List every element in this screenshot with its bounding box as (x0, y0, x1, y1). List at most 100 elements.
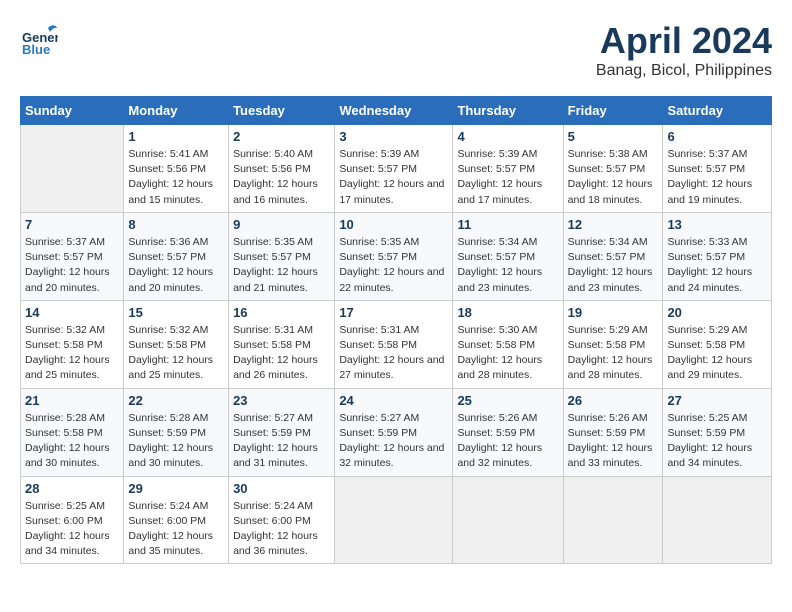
calendar-cell: 16Sunrise: 5:31 AMSunset: 5:58 PMDayligh… (229, 300, 335, 388)
day-number: 20 (667, 305, 767, 320)
day-info: Sunrise: 5:25 AMSunset: 6:00 PMDaylight:… (25, 499, 119, 560)
day-info: Sunrise: 5:37 AMSunset: 5:57 PMDaylight:… (667, 147, 767, 208)
column-header-tuesday: Tuesday (229, 97, 335, 125)
calendar-cell: 13 Sunrise: 5:33 AMSunset: 5:57 PMDayligh… (663, 212, 772, 300)
day-info: Sunrise: 5:40 AMSunset: 5:56 PMDaylight:… (233, 147, 330, 208)
title-block: April 2024 Banag, Bicol, Philippines (596, 20, 772, 80)
calendar-cell: 18 Sunrise: 5:30 AMSunset: 5:58 PMDayligh… (453, 300, 563, 388)
day-info: Sunrise: 5:29 AMSunset: 5:58 PMDaylight:… (667, 323, 767, 384)
calendar-cell: 6 Sunrise: 5:37 AMSunset: 5:57 PMDaylight… (663, 125, 772, 213)
day-info: Sunrise: 5:34 AMSunset: 5:57 PMDaylight:… (568, 235, 659, 296)
calendar-cell: 14Sunrise: 5:32 AMSunset: 5:58 PMDayligh… (21, 300, 124, 388)
day-info: Sunrise: 5:32 AMSunset: 5:58 PMDaylight:… (128, 323, 224, 384)
calendar-table: SundayMondayTuesdayWednesdayThursdayFrid… (20, 96, 772, 564)
day-number: 24 (339, 393, 448, 408)
day-info: Sunrise: 5:35 AMSunset: 5:57 PMDaylight:… (233, 235, 330, 296)
calendar-cell: 19 Sunrise: 5:29 AMSunset: 5:58 PMDayligh… (563, 300, 663, 388)
calendar-cell (335, 476, 453, 564)
day-number: 22 (128, 393, 224, 408)
day-number: 15 (128, 305, 224, 320)
day-number: 9 (233, 217, 330, 232)
day-info: Sunrise: 5:34 AMSunset: 5:57 PMDaylight:… (457, 235, 558, 296)
day-number: 10 (339, 217, 448, 232)
day-info: Sunrise: 5:24 AMSunset: 6:00 PMDaylight:… (128, 499, 224, 560)
day-info: Sunrise: 5:33 AMSunset: 5:57 PMDaylight:… (667, 235, 767, 296)
day-info: Sunrise: 5:28 AMSunset: 5:58 PMDaylight:… (25, 411, 119, 472)
day-number: 18 (457, 305, 558, 320)
column-header-monday: Monday (124, 97, 229, 125)
day-number: 30 (233, 481, 330, 496)
day-number: 28 (25, 481, 119, 496)
day-info: Sunrise: 5:29 AMSunset: 5:58 PMDaylight:… (568, 323, 659, 384)
day-info: Sunrise: 5:27 AMSunset: 5:59 PMDaylight:… (233, 411, 330, 472)
day-info: Sunrise: 5:39 AMSunset: 5:57 PMDaylight:… (457, 147, 558, 208)
calendar-cell: 30 Sunrise: 5:24 AMSunset: 6:00 PMDayligh… (229, 476, 335, 564)
calendar-cell: 25 Sunrise: 5:26 AMSunset: 5:59 PMDayligh… (453, 388, 563, 476)
calendar-week-row: 14Sunrise: 5:32 AMSunset: 5:58 PMDayligh… (21, 300, 772, 388)
logo-icon: General Blue (20, 20, 58, 58)
day-number: 17 (339, 305, 448, 320)
day-number: 19 (568, 305, 659, 320)
column-header-saturday: Saturday (663, 97, 772, 125)
day-number: 1 (128, 129, 224, 144)
calendar-cell: 20 Sunrise: 5:29 AMSunset: 5:58 PMDayligh… (663, 300, 772, 388)
day-number: 27 (667, 393, 767, 408)
subtitle: Banag, Bicol, Philippines (596, 62, 772, 80)
calendar-cell: 2 Sunrise: 5:40 AMSunset: 5:56 PMDaylight… (229, 125, 335, 213)
calendar-cell: 8Sunrise: 5:36 AMSunset: 5:57 PMDaylight… (124, 212, 229, 300)
day-info: Sunrise: 5:36 AMSunset: 5:57 PMDaylight:… (128, 235, 224, 296)
calendar-cell: 23Sunrise: 5:27 AMSunset: 5:59 PMDayligh… (229, 388, 335, 476)
column-header-thursday: Thursday (453, 97, 563, 125)
calendar-cell (663, 476, 772, 564)
calendar-cell (21, 125, 124, 213)
calendar-week-row: 28 Sunrise: 5:25 AMSunset: 6:00 PMDayligh… (21, 476, 772, 564)
day-info: Sunrise: 5:41 AMSunset: 5:56 PMDaylight:… (128, 147, 224, 208)
calendar-cell (563, 476, 663, 564)
calendar-cell: 7Sunrise: 5:37 AMSunset: 5:57 PMDaylight… (21, 212, 124, 300)
svg-text:Blue: Blue (22, 42, 50, 57)
calendar-cell: 28 Sunrise: 5:25 AMSunset: 6:00 PMDayligh… (21, 476, 124, 564)
calendar-week-row: 1 Sunrise: 5:41 AMSunset: 5:56 PMDaylight… (21, 125, 772, 213)
column-header-wednesday: Wednesday (335, 97, 453, 125)
day-info: Sunrise: 5:24 AMSunset: 6:00 PMDaylight:… (233, 499, 330, 560)
calendar-header-row: SundayMondayTuesdayWednesdayThursdayFrid… (21, 97, 772, 125)
calendar-cell: 10 Sunrise: 5:35 AMSunset: 5:57 PMDayligh… (335, 212, 453, 300)
calendar-cell: 4 Sunrise: 5:39 AMSunset: 5:57 PMDaylight… (453, 125, 563, 213)
day-info: Sunrise: 5:25 AMSunset: 5:59 PMDaylight:… (667, 411, 767, 472)
calendar-cell: 5 Sunrise: 5:38 AMSunset: 5:57 PMDaylight… (563, 125, 663, 213)
calendar-cell: 29 Sunrise: 5:24 AMSunset: 6:00 PMDayligh… (124, 476, 229, 564)
day-number: 5 (568, 129, 659, 144)
day-info: Sunrise: 5:38 AMSunset: 5:57 PMDaylight:… (568, 147, 659, 208)
calendar-cell: 12 Sunrise: 5:34 AMSunset: 5:57 PMDayligh… (563, 212, 663, 300)
day-number: 16 (233, 305, 330, 320)
column-header-friday: Friday (563, 97, 663, 125)
day-number: 6 (667, 129, 767, 144)
day-number: 13 (667, 217, 767, 232)
calendar-cell: 17 Sunrise: 5:31 AMSunset: 5:58 PMDayligh… (335, 300, 453, 388)
calendar-cell: 26 Sunrise: 5:26 AMSunset: 5:59 PMDayligh… (563, 388, 663, 476)
calendar-cell: 11 Sunrise: 5:34 AMSunset: 5:57 PMDayligh… (453, 212, 563, 300)
day-info: Sunrise: 5:31 AMSunset: 5:58 PMDaylight:… (339, 323, 448, 384)
day-info: Sunrise: 5:30 AMSunset: 5:58 PMDaylight:… (457, 323, 558, 384)
main-title: April 2024 (596, 20, 772, 62)
day-number: 3 (339, 129, 448, 144)
day-info: Sunrise: 5:39 AMSunset: 5:57 PMDaylight:… (339, 147, 448, 208)
calendar-cell: 15 Sunrise: 5:32 AMSunset: 5:58 PMDayligh… (124, 300, 229, 388)
calendar-cell: 3 Sunrise: 5:39 AMSunset: 5:57 PMDaylight… (335, 125, 453, 213)
page-header: General Blue General Blue April 2024 Ban… (20, 20, 772, 80)
day-info: Sunrise: 5:26 AMSunset: 5:59 PMDaylight:… (568, 411, 659, 472)
calendar-cell: 24 Sunrise: 5:27 AMSunset: 5:59 PMDayligh… (335, 388, 453, 476)
day-number: 11 (457, 217, 558, 232)
calendar-cell: 22Sunrise: 5:28 AMSunset: 5:59 PMDayligh… (124, 388, 229, 476)
day-number: 26 (568, 393, 659, 408)
day-number: 12 (568, 217, 659, 232)
day-number: 4 (457, 129, 558, 144)
day-info: Sunrise: 5:26 AMSunset: 5:59 PMDaylight:… (457, 411, 558, 472)
day-number: 2 (233, 129, 330, 144)
day-number: 21 (25, 393, 119, 408)
day-number: 29 (128, 481, 224, 496)
calendar-cell: 1 Sunrise: 5:41 AMSunset: 5:56 PMDaylight… (124, 125, 229, 213)
day-number: 25 (457, 393, 558, 408)
day-info: Sunrise: 5:27 AMSunset: 5:59 PMDaylight:… (339, 411, 448, 472)
day-info: Sunrise: 5:35 AMSunset: 5:57 PMDaylight:… (339, 235, 448, 296)
